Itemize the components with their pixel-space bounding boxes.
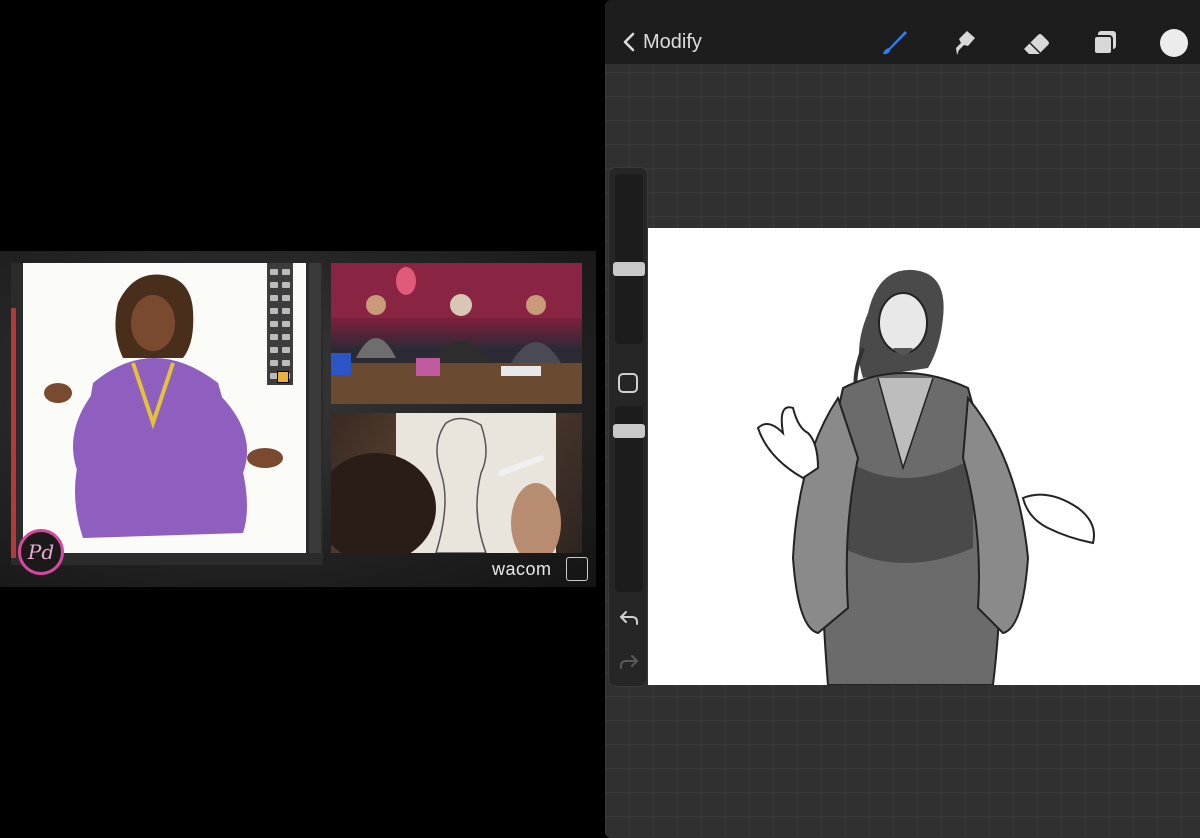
- drawing-canvas[interactable]: [648, 228, 1200, 685]
- colored-character-artwork: [23, 263, 306, 553]
- photoshop-side-panel: [309, 263, 321, 553]
- opacity-slider[interactable]: [613, 406, 645, 592]
- panel-camera-feed: [331, 263, 582, 404]
- back-label: Modify: [643, 30, 702, 53]
- color-icon: [1160, 29, 1188, 57]
- channel-logo: Pd: [18, 529, 64, 575]
- brush-icon: [883, 31, 907, 55]
- modify-square-button[interactable]: [618, 373, 638, 393]
- smudge-icon: [956, 31, 975, 55]
- procreate-sidebar: [608, 167, 648, 687]
- layers-icon: [1093, 31, 1116, 55]
- smudge-tool-button[interactable]: [947, 26, 981, 60]
- drawing-camera-feed: [331, 413, 582, 553]
- grayscale-character-sketch: [756, 269, 1095, 685]
- eraser-tool-button[interactable]: [1019, 26, 1053, 60]
- chevron-left-icon: [623, 32, 635, 52]
- layers-button[interactable]: [1089, 26, 1123, 60]
- undo-icon[interactable]: [617, 608, 641, 628]
- procreate-toolbar: Modify: [605, 0, 1200, 64]
- video-stream: Pd wacom: [0, 251, 596, 587]
- brush-tool-button[interactable]: [877, 26, 911, 60]
- modify-back-button[interactable]: Modify: [619, 26, 702, 58]
- redo-icon[interactable]: [617, 652, 641, 672]
- photoshop-color-swatch: [277, 371, 289, 383]
- critical-role-logo: [566, 557, 588, 581]
- photoshop-toolbar: [267, 263, 293, 385]
- photoshop-panel-strip: [11, 308, 16, 558]
- opacity-thumb[interactable]: [613, 424, 645, 438]
- brush-size-slider[interactable]: [613, 174, 645, 344]
- procreate-app: Modify: [605, 0, 1200, 838]
- photoshop-screen: [11, 263, 323, 565]
- sponsor-logo: wacom: [492, 559, 552, 579]
- brush-size-thumb[interactable]: [613, 262, 645, 276]
- color-button[interactable]: [1157, 26, 1191, 60]
- eraser-icon: [1024, 34, 1049, 54]
